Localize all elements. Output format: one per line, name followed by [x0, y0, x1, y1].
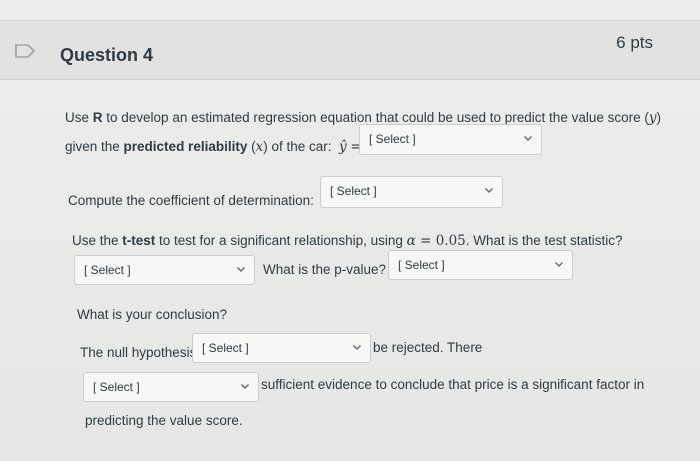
null-hypothesis-select[interactable]: [ Select ]: [192, 333, 371, 363]
prompt-text: . What is the test statistic?: [465, 233, 623, 248]
prompt-text: ): [656, 110, 662, 125]
software-name: R: [92, 110, 103, 125]
chevron-down-icon: [524, 136, 532, 141]
regression-equation-select[interactable]: [ Select ]: [359, 124, 542, 155]
alpha-symbol: α: [406, 233, 416, 249]
t-test-prompt: Use the t-test to test for a significant…: [72, 233, 623, 249]
question-points: 6 pts: [616, 33, 653, 52]
alpha-value: = 0.05: [415, 233, 466, 249]
test-statistic-select[interactable]: [ Select ]: [74, 255, 255, 285]
conclusion-prompt: What is your conclusion?: [77, 307, 228, 322]
predictor-name: predicted reliability: [123, 139, 248, 154]
prompt-text: (: [247, 139, 256, 154]
null-hypothesis-text: The null hypothesis: [80, 345, 197, 360]
coefficient-prompt: Compute the coefficient of determination…: [68, 193, 314, 208]
prompt-text: ) of the car:: [263, 139, 332, 154]
question-header: Question 4 6 pts: [0, 20, 700, 80]
select-label: [ Select ]: [369, 132, 416, 146]
prompt-text: to develop an estimated regression equat…: [102, 110, 649, 125]
select-label: [ Select ]: [330, 184, 377, 198]
predicting-text: predicting the value score.: [85, 413, 243, 428]
p-value-select[interactable]: [ Select ]: [388, 250, 573, 280]
chevron-down-icon: [237, 267, 245, 272]
y-hat-symbol: ŷ: [339, 139, 347, 155]
coefficient-select[interactable]: [ Select ]: [320, 176, 503, 208]
p-value-prompt: What is the p-value?: [263, 262, 387, 277]
chevron-down-icon: [353, 345, 361, 350]
t-test-label: t-test: [122, 233, 156, 248]
quiz-page: Question 4 6 pts Use R to develop an est…: [0, 0, 700, 461]
evidence-text: sufficient evidence to conclude that pri…: [261, 377, 645, 392]
prompt-text: Use: [65, 110, 93, 125]
regression-prompt-line2: given the predicted reliability (x) of t…: [65, 139, 362, 155]
select-label: [ Select ]: [202, 341, 249, 355]
variable-y: y: [648, 110, 657, 126]
prompt-text: Use the: [72, 233, 123, 248]
prompt-text: to test for a significant relationship, …: [155, 233, 407, 248]
bookmark-flag-icon[interactable]: [14, 43, 36, 64]
rejected-text: be rejected. There: [373, 340, 483, 355]
select-label: [ Select ]: [93, 380, 140, 394]
chevron-down-icon: [241, 384, 249, 389]
prompt-text: given the: [65, 139, 124, 154]
chevron-down-icon: [555, 262, 563, 267]
chevron-down-icon: [485, 188, 493, 193]
select-label: [ Select ]: [84, 263, 131, 277]
evidence-select[interactable]: [ Select ]: [83, 372, 259, 402]
question-title: Question 4: [60, 45, 154, 65]
select-label: [ Select ]: [398, 258, 445, 272]
